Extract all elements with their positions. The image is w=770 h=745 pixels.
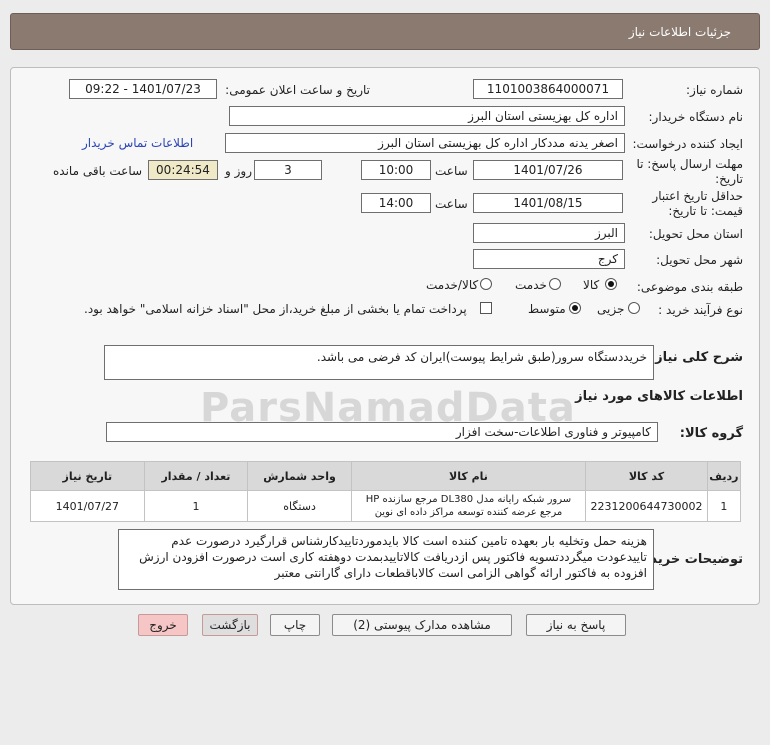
category-both-label: کالا/خدمت	[426, 278, 479, 292]
buyer-contact-link[interactable]: اطلاعات تماس خریدار	[82, 136, 193, 150]
header-code: کد کالا	[585, 461, 708, 491]
remaining-timer: 00:24:54	[148, 160, 218, 180]
validity-date-field: 1401/08/15	[473, 193, 623, 213]
header-row-num: ردیف	[706, 461, 742, 491]
back-button[interactable]: بازگشت	[202, 614, 258, 636]
deadline-date-field: 1401/07/26	[473, 160, 623, 180]
reply-button[interactable]: پاسخ به نیاز	[526, 614, 626, 636]
goods-table: ردیف کد کالا نام کالا واحد شمارش تعداد /…	[30, 461, 742, 522]
validity-label: حداقل تاریخ اعتبار قیمت: تا تاریخ:	[652, 189, 743, 218]
description-label: شرح کلی نیاز:	[649, 350, 743, 365]
remaining-label: ساعت باقی مانده	[53, 164, 143, 178]
header-unit: واحد شمارش	[247, 461, 352, 491]
province-field: البرز	[473, 223, 625, 243]
header-date: تاریخ نیاز	[30, 461, 145, 491]
deadline-label: مهلت ارسال پاسخ: تا تاریخ:	[636, 157, 743, 186]
print-button[interactable]: چاپ	[270, 614, 320, 636]
goods-section-title: اطلاعات کالاهای مورد نیاز	[575, 389, 743, 404]
creator-field: اصغر یدنه مددکار اداره کل بهزیستی استان …	[225, 133, 625, 153]
table-row: 1 2231200644730002 سرور شبکه رایانه مدل …	[30, 490, 742, 522]
buyer-org-label: نام دستگاه خریدار:	[648, 110, 744, 124]
cell-name: سرور شبکه رایانه مدل DL380 مرجع سازنده H…	[350, 490, 587, 522]
validity-time-field: 14:00	[361, 193, 431, 213]
page-title: جزئیات اطلاعات نیاز	[628, 25, 731, 39]
city-label: شهر محل تحویل:	[656, 253, 743, 267]
deadline-time-field: 10:00	[361, 160, 431, 180]
notes-field: هزینه حمل وتخلیه بار بعهده تامین کننده ا…	[118, 529, 654, 590]
header-name: نام کالا	[350, 461, 587, 491]
category-goods-radio[interactable]	[605, 278, 617, 290]
announce-label: تاریخ و ساعت اعلان عمومی:	[225, 83, 370, 97]
goods-group-field: کامپیوتر و فناوری اطلاعات-سخت افزار	[106, 422, 658, 442]
province-label: استان محل تحویل:	[648, 227, 743, 241]
cell-unit: دستگاه	[247, 490, 352, 522]
category-goods-label: کالا	[583, 278, 600, 292]
deadline-time-label: ساعت	[435, 164, 468, 178]
need-number-field: 1101003864000071	[473, 79, 623, 99]
page-header: جزئیات اطلاعات نیاز	[10, 13, 760, 50]
category-service-radio[interactable]	[549, 278, 561, 290]
process-medium-radio[interactable]	[569, 302, 581, 314]
description-field: خریددستگاه سرور(طبق شرایط پیوست)ایران کد…	[104, 345, 654, 380]
category-both-radio[interactable]	[480, 278, 492, 290]
category-service-label: خدمت	[515, 278, 547, 292]
days-field: 3	[254, 160, 322, 180]
goods-group-label: گروه کالا:	[679, 426, 743, 441]
city-field: کرج	[473, 249, 625, 269]
cell-date: 1401/07/27	[30, 490, 145, 522]
process-minor-radio[interactable]	[628, 302, 640, 314]
cell-code: 2231200644730002	[585, 490, 708, 522]
exit-button[interactable]: خروج	[138, 614, 188, 636]
header-qty: تعداد / مقدار	[143, 461, 249, 491]
treasury-note: پرداخت تمام یا بخشی از مبلغ خرید،از محل …	[84, 302, 467, 316]
buyer-org-field: اداره کل بهزیستی استان البرز	[229, 106, 625, 126]
cell-row-num: 1	[706, 490, 742, 522]
category-label: طبقه بندی موضوعی:	[636, 280, 743, 294]
cell-qty: 1	[143, 490, 249, 522]
need-number-label: شماره نیاز:	[686, 83, 743, 97]
process-medium-label: متوسط	[528, 302, 566, 316]
process-label: نوع فرآیند خرید :	[658, 303, 743, 317]
validity-time-label: ساعت	[435, 197, 468, 211]
announce-field: 1401/07/23 - 09:22	[69, 79, 217, 99]
creator-label: ایجاد کننده درخواست:	[632, 137, 743, 151]
attachments-button[interactable]: مشاهده مدارک پیوستی (2)	[332, 614, 512, 636]
process-minor-label: جزیی	[597, 302, 625, 316]
days-label: روز و	[225, 164, 252, 178]
goods-table-header: ردیف کد کالا نام کالا واحد شمارش تعداد /…	[30, 461, 742, 491]
treasury-checkbox[interactable]	[480, 302, 492, 314]
